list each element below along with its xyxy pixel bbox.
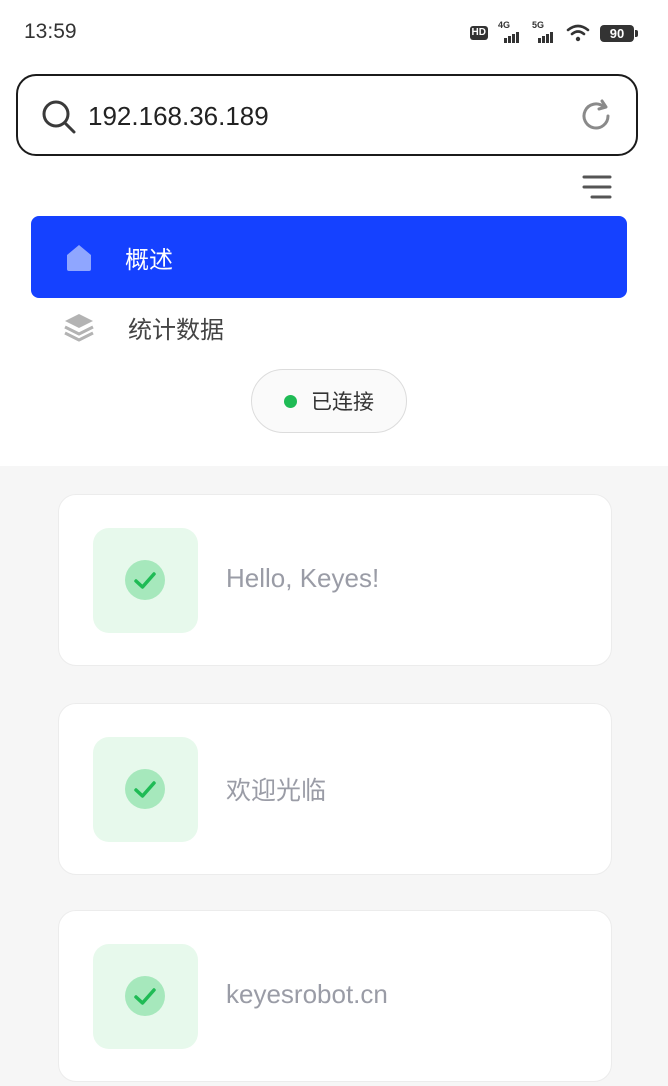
address-bar[interactable]: 192.168.36.189 xyxy=(16,74,638,156)
nav-item-overview[interactable]: 概述 xyxy=(31,216,627,298)
message-status-badge xyxy=(93,528,198,633)
search-icon[interactable] xyxy=(40,98,78,136)
nav-item-label: 统计数据 xyxy=(128,315,224,344)
nav-item-statistics[interactable]: 统计数据 xyxy=(31,290,627,364)
message-card: 欢迎光临 xyxy=(58,703,612,875)
layers-icon xyxy=(64,314,94,342)
message-text: 欢迎光临 xyxy=(226,776,327,805)
battery-icon: 90 xyxy=(600,24,638,42)
connection-status-label: 已连接 xyxy=(311,390,374,414)
message-status-badge xyxy=(93,944,198,1049)
status-time: 13:59 xyxy=(24,20,77,43)
signal-5g-icon: 5G xyxy=(532,20,556,43)
message-card: Hello, Keyes! xyxy=(58,494,612,666)
check-icon xyxy=(125,976,165,1016)
status-icons: HD 4G 5G 90 xyxy=(469,20,638,44)
message-card: keyesrobot.cn xyxy=(58,910,612,1082)
status-dot-icon xyxy=(284,394,297,408)
message-list: Hello, Keyes! 欢迎光临 keyesrobot.cn xyxy=(0,466,668,1086)
wifi-icon xyxy=(566,24,590,42)
menu-icon[interactable] xyxy=(580,170,614,204)
message-text: keyesrobot.cn xyxy=(226,979,388,1009)
hd-icon: HD xyxy=(469,26,488,40)
check-icon xyxy=(125,769,165,809)
connection-status-badge: 已连接 xyxy=(251,369,407,433)
reload-icon[interactable] xyxy=(578,98,614,134)
status-bar: 13:59 HD 4G 5G 90 xyxy=(0,0,668,64)
nav-item-label: 概述 xyxy=(125,245,173,274)
signal-4g-icon: 4G xyxy=(498,20,522,43)
message-status-badge xyxy=(93,737,198,842)
url-field[interactable]: 192.168.36.189 xyxy=(88,101,269,132)
message-text: Hello, Keyes! xyxy=(226,563,380,593)
check-icon xyxy=(125,560,165,600)
home-icon xyxy=(67,245,91,271)
